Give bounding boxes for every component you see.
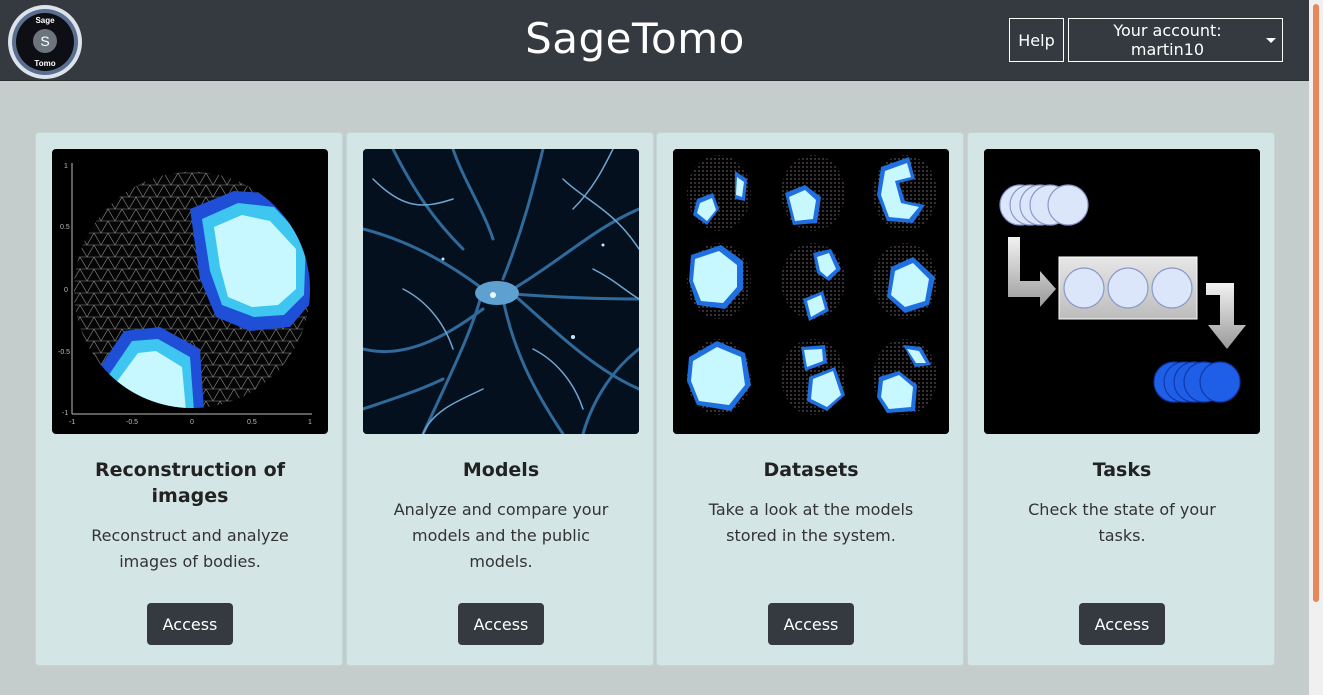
y-tick-label: 1 [64, 163, 68, 170]
x-tick-label: -0.5 [126, 419, 138, 426]
card-description: Reconstruct and analyze images of bodies… [91, 526, 289, 571]
card-description: Analyze and compare your models and the … [393, 500, 609, 571]
access-button-models[interactable]: Access [458, 603, 544, 645]
y-tick-label: -1 [62, 410, 68, 417]
access-button-tasks[interactable]: Access [1079, 603, 1165, 645]
x-tick-label: 0.5 [247, 419, 257, 426]
access-button-datasets[interactable]: Access [768, 603, 854, 645]
card-title: Reconstruction of images [94, 459, 286, 507]
top-navbar: Sage S Tomo SageTomo Help Your account: … [0, 0, 1309, 81]
page-scrollbar[interactable] [1309, 0, 1323, 695]
card-models: Models Analyze and compare your models a… [346, 132, 654, 666]
x-tick-label: 1 [308, 419, 312, 426]
scrollbar-thumb[interactable] [1313, 4, 1319, 602]
card-reconstruction: 1 0.5 0 -0.5 -1 -1 -0.5 0 0.5 1 Reconstr… [35, 132, 343, 666]
account-dropdown[interactable]: Your account: martin10 [1068, 18, 1283, 62]
y-tick-label: 0.5 [60, 224, 70, 231]
x-tick-label: 0 [190, 419, 194, 426]
card-title: Models [462, 459, 540, 481]
card-title: Tasks [1092, 459, 1152, 481]
card-datasets: Datasets Take a look at the models store… [656, 132, 964, 666]
caret-down-icon [1266, 37, 1276, 43]
card-description: Take a look at the models stored in the … [708, 500, 914, 545]
card-title: Datasets [763, 459, 859, 481]
help-button[interactable]: Help [1009, 18, 1064, 62]
card-description: Check the state of your tasks. [1028, 500, 1216, 545]
x-tick-label: -1 [69, 419, 75, 426]
models-neuron-image [363, 149, 639, 434]
card-tasks: Tasks Check the state of your tasks. Acc… [967, 132, 1275, 666]
y-tick-label: -0.5 [58, 349, 70, 356]
reconstruction-image: 1 0.5 0 -0.5 -1 -1 -0.5 0 0.5 1 [52, 149, 328, 434]
tasks-queue-image [984, 149, 1260, 434]
datasets-image [673, 149, 949, 434]
access-button-reconstruction[interactable]: Access [147, 603, 233, 645]
account-label: Your account: martin10 [1113, 21, 1222, 59]
y-tick-label: 0 [64, 287, 68, 294]
